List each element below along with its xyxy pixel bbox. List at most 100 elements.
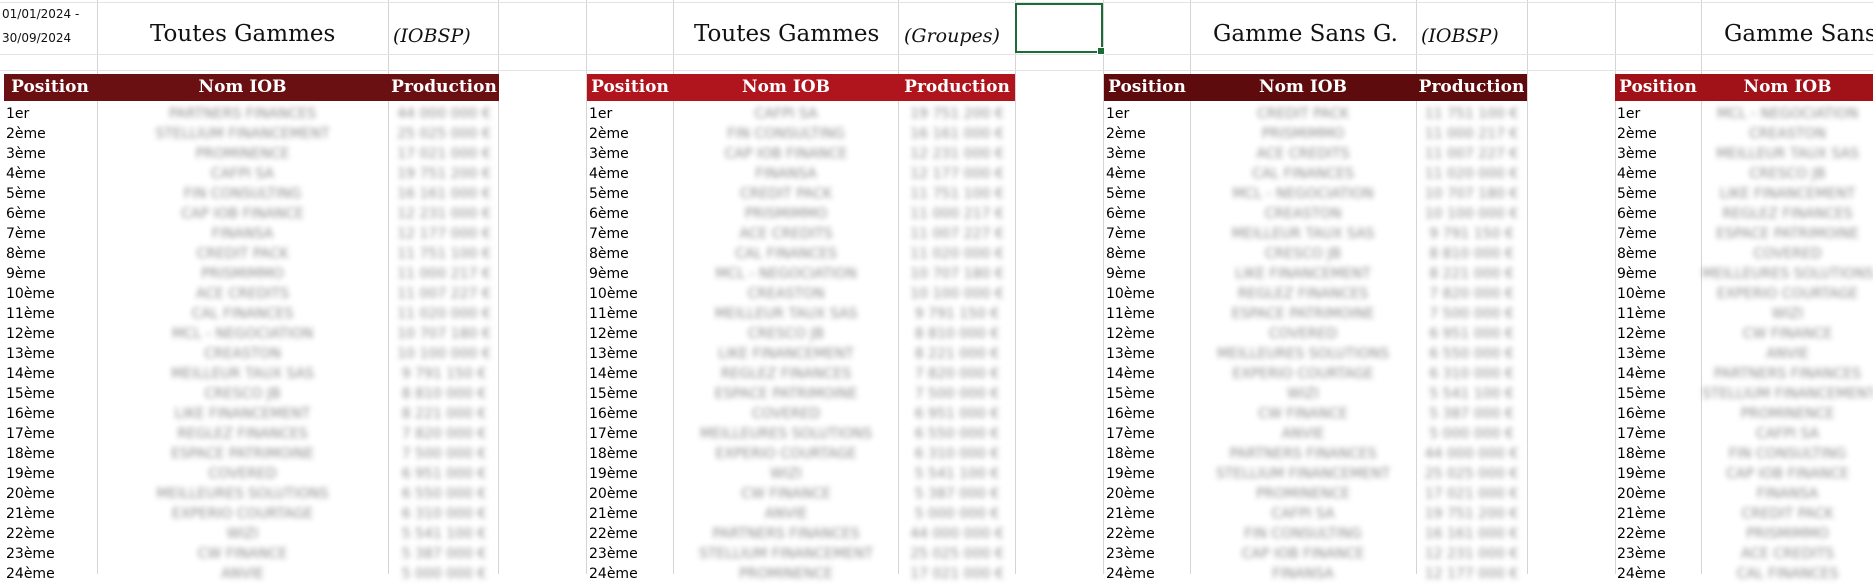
- block-1-title[interactable]: Toutes Gammes: [150, 12, 335, 56]
- row-nom-iob-redacted: CAFPI SA: [210, 166, 275, 182]
- column-header-nom-iob[interactable]: Nom IOB: [674, 74, 898, 101]
- row-production-redacted: 17 021 000 €: [1424, 486, 1519, 502]
- row-position: 22ème: [589, 526, 638, 542]
- row-nom-iob-redacted: EXPERIO COURTAGE: [1716, 286, 1859, 302]
- row-nom-iob-redacted: STELLIUM FINANCEMENT: [1702, 386, 1873, 402]
- row-position: 15ème: [1617, 386, 1666, 402]
- block-1-subtitle[interactable]: (IOBSP): [393, 14, 471, 58]
- column-header-production[interactable]: Production: [389, 74, 499, 101]
- row-nom-iob-redacted: MCL - NEGOCIATION: [715, 266, 857, 282]
- row-nom-iob-redacted: ANVIE: [221, 566, 264, 582]
- row-production-redacted: 11 751 100 €: [1424, 106, 1519, 122]
- column-header-position[interactable]: Position: [4, 74, 96, 101]
- row-nom-iob-redacted: CAP IOB FINANCE: [181, 206, 304, 222]
- row-production-redacted: 9 791 150 €: [1429, 226, 1514, 242]
- row-production-redacted: 6 550 000 €: [914, 426, 1000, 442]
- block-3-subtitle[interactable]: (IOBSP): [1421, 14, 1499, 58]
- row-position: 6ème: [1617, 206, 1657, 222]
- active-cell-selection[interactable]: [1015, 3, 1105, 55]
- row-position: 17ème: [589, 426, 638, 442]
- row-nom-iob-redacted: ACE CREDITS: [1256, 146, 1350, 162]
- row-nom-iob-redacted: PARTNERS FINANCES: [1714, 366, 1861, 382]
- row-production-redacted: 17 021 000 €: [910, 566, 1004, 582]
- row-production-redacted: 7 500 000 €: [1429, 306, 1514, 322]
- row-nom-iob-redacted: CREDIT PACK: [1256, 106, 1350, 122]
- row-position: 13ème: [1106, 346, 1155, 362]
- row-production-redacted: 16 161 000 €: [910, 126, 1004, 142]
- row-position: 2ème: [1617, 126, 1657, 142]
- column-header-nom-iob[interactable]: Nom IOB: [97, 74, 388, 101]
- row-nom-iob-redacted: CW FINANCE: [197, 546, 288, 562]
- row-production-redacted: 7 820 000 €: [914, 366, 1000, 382]
- row-production-redacted: 7 820 000 €: [1429, 286, 1514, 302]
- row-position: 3ème: [6, 146, 46, 162]
- row-position: 2ème: [1106, 126, 1146, 142]
- row-position: 3ème: [1106, 146, 1146, 162]
- row-production-redacted: 11 007 227 €: [1424, 146, 1519, 162]
- row-production-redacted: 10 100 000 €: [1424, 206, 1519, 222]
- row-position: 21ème: [1106, 506, 1155, 522]
- row-position: 2ème: [6, 126, 46, 142]
- row-position: 9ème: [1106, 266, 1146, 282]
- column-header-nom-iob[interactable]: Nom IOB: [1702, 74, 1873, 101]
- row-production-redacted: 6 310 000 €: [401, 506, 487, 522]
- row-position: 5ème: [1617, 186, 1657, 202]
- row-nom-iob-redacted: REGLEZ FINANCES: [720, 366, 852, 382]
- row-production-redacted: 9 791 150 €: [401, 366, 487, 382]
- block-4-title[interactable]: Gamme Sans: [1724, 12, 1873, 56]
- row-position: 15ème: [6, 386, 55, 402]
- grid-row-line: [0, 2, 1873, 3]
- row-position: 16ème: [589, 406, 638, 422]
- row-position: 24ème: [1106, 566, 1155, 582]
- row-position: 22ème: [1106, 526, 1155, 542]
- row-nom-iob-redacted: COVERED: [208, 466, 277, 482]
- row-position: 14ème: [1106, 366, 1155, 382]
- row-nom-iob-redacted: CW FINANCE: [741, 486, 831, 502]
- row-position: 13ème: [589, 346, 638, 362]
- column-header-production[interactable]: Production: [899, 74, 1015, 101]
- column-header-nom-iob[interactable]: Nom IOB: [1191, 74, 1415, 101]
- row-position: 24ème: [6, 566, 55, 582]
- row-nom-iob-redacted: MEILLEURES SOLUTIONS: [700, 426, 872, 442]
- row-nom-iob-redacted: CREASTON: [204, 346, 281, 362]
- row-nom-iob-redacted: FIN CONSULTING: [1244, 526, 1362, 542]
- column-header-position[interactable]: Position: [1104, 74, 1190, 101]
- row-position: 19ème: [6, 466, 55, 482]
- row-nom-iob-redacted: PROMINENCE: [739, 566, 833, 582]
- column-header-position[interactable]: Position: [587, 74, 673, 101]
- row-position: 16ème: [6, 406, 55, 422]
- row-position: 18ème: [1617, 446, 1666, 462]
- row-position: 19ème: [589, 466, 638, 482]
- column-header-position[interactable]: Position: [1615, 74, 1701, 101]
- row-nom-iob-redacted: EXPERIO COURTAGE: [715, 446, 857, 462]
- block-2-subtitle[interactable]: (Groupes): [904, 14, 1000, 58]
- row-nom-iob-redacted: PARTNERS FINANCES: [169, 106, 316, 122]
- row-production-redacted: 11 000 217 €: [910, 206, 1004, 222]
- row-position: 20ème: [6, 486, 55, 502]
- row-position: 5ème: [6, 186, 46, 202]
- row-position: 2ème: [589, 126, 629, 142]
- row-nom-iob-redacted: CAP IOB FINANCE: [1726, 466, 1849, 482]
- row-nom-iob-redacted: PROMINENCE: [1740, 406, 1835, 422]
- column-header-production[interactable]: Production: [1416, 74, 1527, 101]
- row-nom-iob-redacted: WIZI: [1287, 386, 1319, 402]
- row-position: 21ème: [6, 506, 55, 522]
- row-production-redacted: 6 951 000 €: [1429, 326, 1514, 342]
- row-nom-iob-redacted: STELLIUM FINANCEMENT: [155, 126, 330, 142]
- row-nom-iob-redacted: PRISMIMMO: [744, 206, 828, 222]
- row-position: 17ème: [1106, 426, 1155, 442]
- row-nom-iob-redacted: MEILLEURES SOLUTIONS: [1702, 266, 1873, 282]
- row-position: 24ème: [1617, 566, 1666, 582]
- row-position: 18ème: [6, 446, 55, 462]
- row-position: 15ème: [1106, 386, 1155, 402]
- date-range[interactable]: 01/01/2024 - 30/09/2024: [2, 2, 96, 54]
- row-nom-iob-redacted: COVERED: [1268, 326, 1338, 342]
- block-2-title[interactable]: Toutes Gammes: [694, 12, 879, 56]
- row-position: 4ème: [1617, 166, 1657, 182]
- row-nom-iob-redacted: CAL FINANCES: [1252, 166, 1354, 182]
- row-nom-iob-redacted: CAFPI SA: [1271, 506, 1335, 522]
- block-3-title[interactable]: Gamme Sans G.: [1213, 12, 1398, 56]
- row-nom-iob-redacted: PRISMIMMO: [1746, 526, 1829, 542]
- row-nom-iob-redacted: STELLIUM FINANCEMENT: [698, 546, 874, 562]
- row-position: 23ème: [6, 546, 55, 562]
